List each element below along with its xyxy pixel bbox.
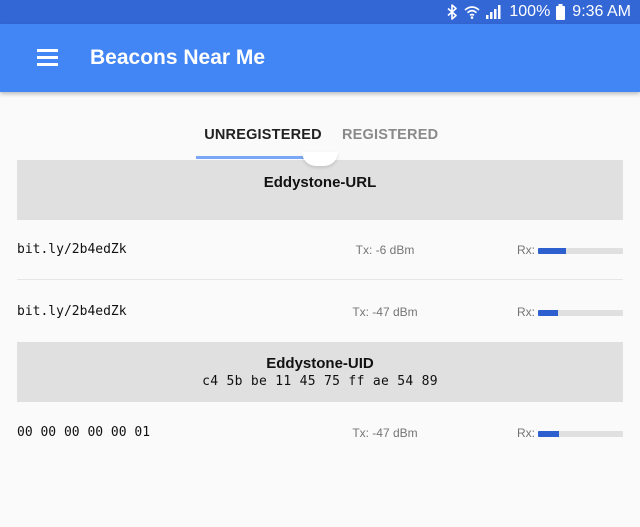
clock: 9:36 AM — [572, 3, 631, 20]
section-header-eddystone-url: Eddystone-URL — [17, 160, 623, 220]
battery-percent: 100% — [509, 3, 551, 20]
beacon-tx-power: Tx: -6 dBm — [355, 243, 415, 257]
beacon-rx-label: Rx: — [517, 426, 535, 440]
beacon-row[interactable]: 00 00 00 00 00 01 Tx: -47 dBm Rx: — [0, 403, 640, 463]
beacon-row[interactable]: bit.ly/2b4edZk Tx: -47 dBm Rx: — [0, 282, 640, 342]
status-icons: 100% 9:36 AM — [441, 2, 631, 22]
hamburger-menu-icon[interactable] — [26, 42, 66, 74]
beacon-rx-label: Rx: — [517, 305, 535, 319]
beacon-row[interactable]: bit.ly/2b4edZk Tx: -6 dBm Rx: — [0, 220, 640, 280]
beacon-id: bit.ly/2b4edZk — [17, 242, 127, 257]
beacon-id: 00 00 00 00 00 01 — [17, 425, 151, 440]
signal-icon — [486, 5, 501, 19]
rx-signal-bar — [538, 431, 623, 437]
app-bar: Beacons Near Me — [0, 24, 640, 92]
beacon-rx-label: Rx: — [517, 243, 535, 257]
app-title: Beacons Near Me — [90, 46, 266, 69]
tab-registered[interactable]: REGISTERED — [342, 112, 442, 158]
beacon-tx-power: Tx: -47 dBm — [352, 426, 418, 440]
battery-icon — [556, 4, 566, 20]
section-namespace: c4 5b be 11 45 75 ff ae 54 89 — [202, 374, 438, 389]
rx-signal-bar — [538, 248, 623, 254]
beacon-id: bit.ly/2b4edZk — [17, 304, 127, 319]
bluetooth-icon — [447, 4, 458, 20]
divider — [17, 279, 623, 280]
section-header-eddystone-uid: Eddystone-UID c4 5b be 11 45 75 ff ae 54… — [17, 342, 623, 402]
status-bar: 100% 9:36 AM — [0, 0, 640, 24]
section-title: Eddystone-URL — [263, 174, 377, 191]
section-title: Eddystone-UID — [266, 355, 374, 372]
rx-signal-bar — [538, 310, 623, 316]
beacon-tx-power: Tx: -47 dBm — [352, 305, 418, 319]
wifi-icon — [464, 5, 480, 19]
